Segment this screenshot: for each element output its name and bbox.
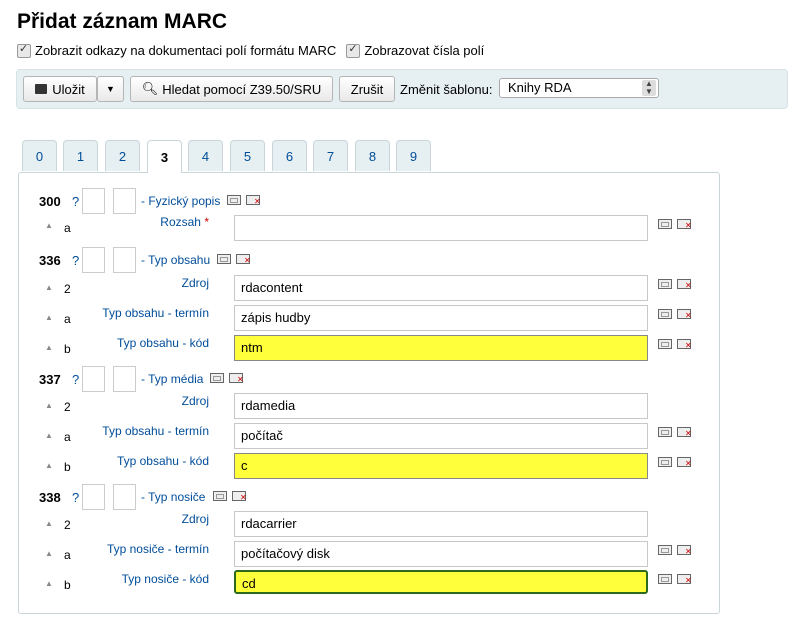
clone-field-icon[interactable] — [210, 373, 224, 383]
indicator-2-input[interactable] — [113, 188, 136, 214]
delete-field-icon[interactable] — [246, 195, 261, 206]
indicator-2-input[interactable] — [113, 247, 136, 273]
show-numbers-checkbox[interactable] — [346, 42, 361, 58]
zdroj-input[interactable]: rdacontent — [234, 275, 648, 301]
tag-help-link[interactable]: ? — [72, 253, 79, 268]
kod-input[interactable]: ntm — [234, 335, 648, 361]
subfield-label: Typ obsahu - termín — [102, 424, 209, 438]
template-select[interactable]: Knihy RDA ▲ ▼ — [499, 78, 659, 98]
termin-input[interactable]: zápis hudby — [234, 305, 648, 331]
search-icon: 🔍︎ — [141, 81, 159, 96]
subfield-label: Typ obsahu - termín — [102, 306, 209, 320]
disk-icon — [35, 84, 48, 94]
clone-subfield-icon[interactable] — [658, 545, 672, 555]
show-docs-label: Zobrazit odkazy na dokumentaci polí form… — [35, 43, 337, 58]
caret-down-icon: ▼ — [106, 84, 115, 94]
save-label: Uložit — [52, 81, 85, 97]
clone-subfield-icon[interactable] — [658, 427, 672, 437]
tab-panel-3: 300 ? - Fyzický popis ▲ a Rozsah * 336 ?… — [18, 172, 720, 614]
delete-subfield-icon[interactable] — [677, 309, 692, 320]
zdroj-input[interactable]: rdacarrier — [234, 511, 648, 537]
tag-number: 338 — [39, 490, 61, 505]
tab-7[interactable]: 7 — [313, 140, 348, 171]
clone-field-icon[interactable] — [227, 195, 241, 205]
delete-subfield-icon[interactable] — [677, 427, 692, 438]
termin-input[interactable]: počítač — [234, 423, 648, 449]
zdroj-input[interactable]: rdamedia — [234, 393, 648, 419]
show-numbers-label: Zobrazovat čísla polí — [364, 43, 485, 58]
tab-5[interactable]: 5 — [230, 140, 265, 171]
tab-3[interactable]: 3 — [147, 140, 182, 173]
tab-2[interactable]: 2 — [105, 140, 140, 171]
tag-number: 300 — [39, 194, 61, 209]
delete-subfield-icon[interactable] — [677, 457, 692, 468]
z3950-label: Hledat pomocí Z39.50/SRU — [162, 81, 322, 97]
subfield-label: Rozsah * — [160, 215, 209, 229]
tab-4[interactable]: 4 — [188, 140, 223, 171]
show-docs-checkbox[interactable] — [17, 42, 31, 58]
clone-field-icon[interactable] — [213, 491, 227, 501]
tag-name: - Typ nosiče — [141, 490, 206, 504]
tab-1[interactable]: 1 — [63, 140, 98, 171]
delete-field-icon[interactable] — [229, 373, 244, 384]
kod-input[interactable]: c — [234, 453, 648, 479]
tag-name: - Typ média — [141, 372, 204, 386]
termin-input[interactable]: počítačový disk — [234, 541, 648, 567]
rozsah-input[interactable] — [234, 215, 648, 241]
page-title: Přidat záznam MARC — [17, 10, 228, 33]
delete-subfield-icon[interactable] — [677, 219, 692, 230]
clone-subfield-icon[interactable] — [658, 574, 672, 584]
tag-help-link[interactable]: ? — [72, 372, 79, 387]
tag-name: - Fyzický popis — [141, 194, 221, 208]
cancel-button[interactable]: Zrušit — [339, 76, 395, 102]
subfield-label: Zdroj — [181, 276, 209, 290]
tag-number: 336 — [39, 253, 61, 268]
save-dropdown-button[interactable]: ▼ — [97, 76, 124, 102]
subfield-label: Typ nosiče - termín — [106, 542, 209, 556]
tag-help-link[interactable]: ? — [72, 490, 79, 505]
delete-subfield-icon[interactable] — [677, 279, 692, 290]
tag-name: - Typ obsahu — [141, 253, 211, 267]
indicator-1-input[interactable] — [82, 247, 105, 273]
subfield-label: Typ nosiče - kód — [121, 572, 209, 586]
tag-help-link[interactable]: ? — [72, 194, 79, 209]
clone-field-icon[interactable] — [217, 254, 231, 264]
toolbar: Uložit ▼ 🔍︎ Hledat pomocí Z39.50/SRU Zru… — [16, 69, 788, 109]
clone-subfield-icon[interactable] — [658, 279, 672, 289]
show-numbers-option[interactable]: Zobrazovat čísla polí — [346, 42, 485, 58]
clone-subfield-icon[interactable] — [658, 457, 672, 467]
delete-subfield-icon[interactable] — [677, 545, 692, 556]
save-button[interactable]: Uložit — [23, 76, 97, 102]
subfield-label: Typ obsahu - kód — [116, 336, 209, 350]
subfield-label: Zdroj — [181, 394, 209, 408]
z3950-search-button[interactable]: 🔍︎ Hledat pomocí Z39.50/SRU — [130, 76, 333, 102]
subfield-label: Typ obsahu - kód — [116, 454, 209, 468]
clone-subfield-icon[interactable] — [658, 219, 672, 229]
subfield-label: Zdroj — [181, 512, 209, 526]
tab-0[interactable]: 0 — [22, 140, 57, 171]
tab-9[interactable]: 9 — [396, 140, 431, 171]
indicator-1-input[interactable] — [82, 188, 105, 214]
tag-number: 337 — [39, 372, 61, 387]
indicator-1-input[interactable] — [82, 484, 105, 510]
show-docs-option[interactable]: Zobrazit odkazy na dokumentaci polí form… — [17, 42, 337, 58]
tab-8[interactable]: 8 — [355, 140, 390, 171]
delete-subfield-icon[interactable] — [677, 339, 692, 350]
template-value: Knihy RDA — [508, 80, 572, 95]
delete-subfield-icon[interactable] — [677, 574, 692, 585]
indicator-2-input[interactable] — [113, 484, 136, 510]
clone-subfield-icon[interactable] — [658, 339, 672, 349]
indicator-1-input[interactable] — [82, 366, 105, 392]
delete-field-icon[interactable] — [236, 254, 251, 265]
delete-field-icon[interactable] — [232, 491, 247, 502]
indicator-2-input[interactable] — [113, 366, 136, 392]
clone-subfield-icon[interactable] — [658, 309, 672, 319]
options-row: Zobrazit odkazy na dokumentaci polí form… — [17, 42, 494, 58]
template-label: Změnit šablonu: — [400, 82, 493, 97]
select-arrows-icon: ▲ ▼ — [642, 80, 656, 96]
tab-6[interactable]: 6 — [272, 140, 307, 171]
kod-input[interactable]: cd — [234, 570, 648, 594]
